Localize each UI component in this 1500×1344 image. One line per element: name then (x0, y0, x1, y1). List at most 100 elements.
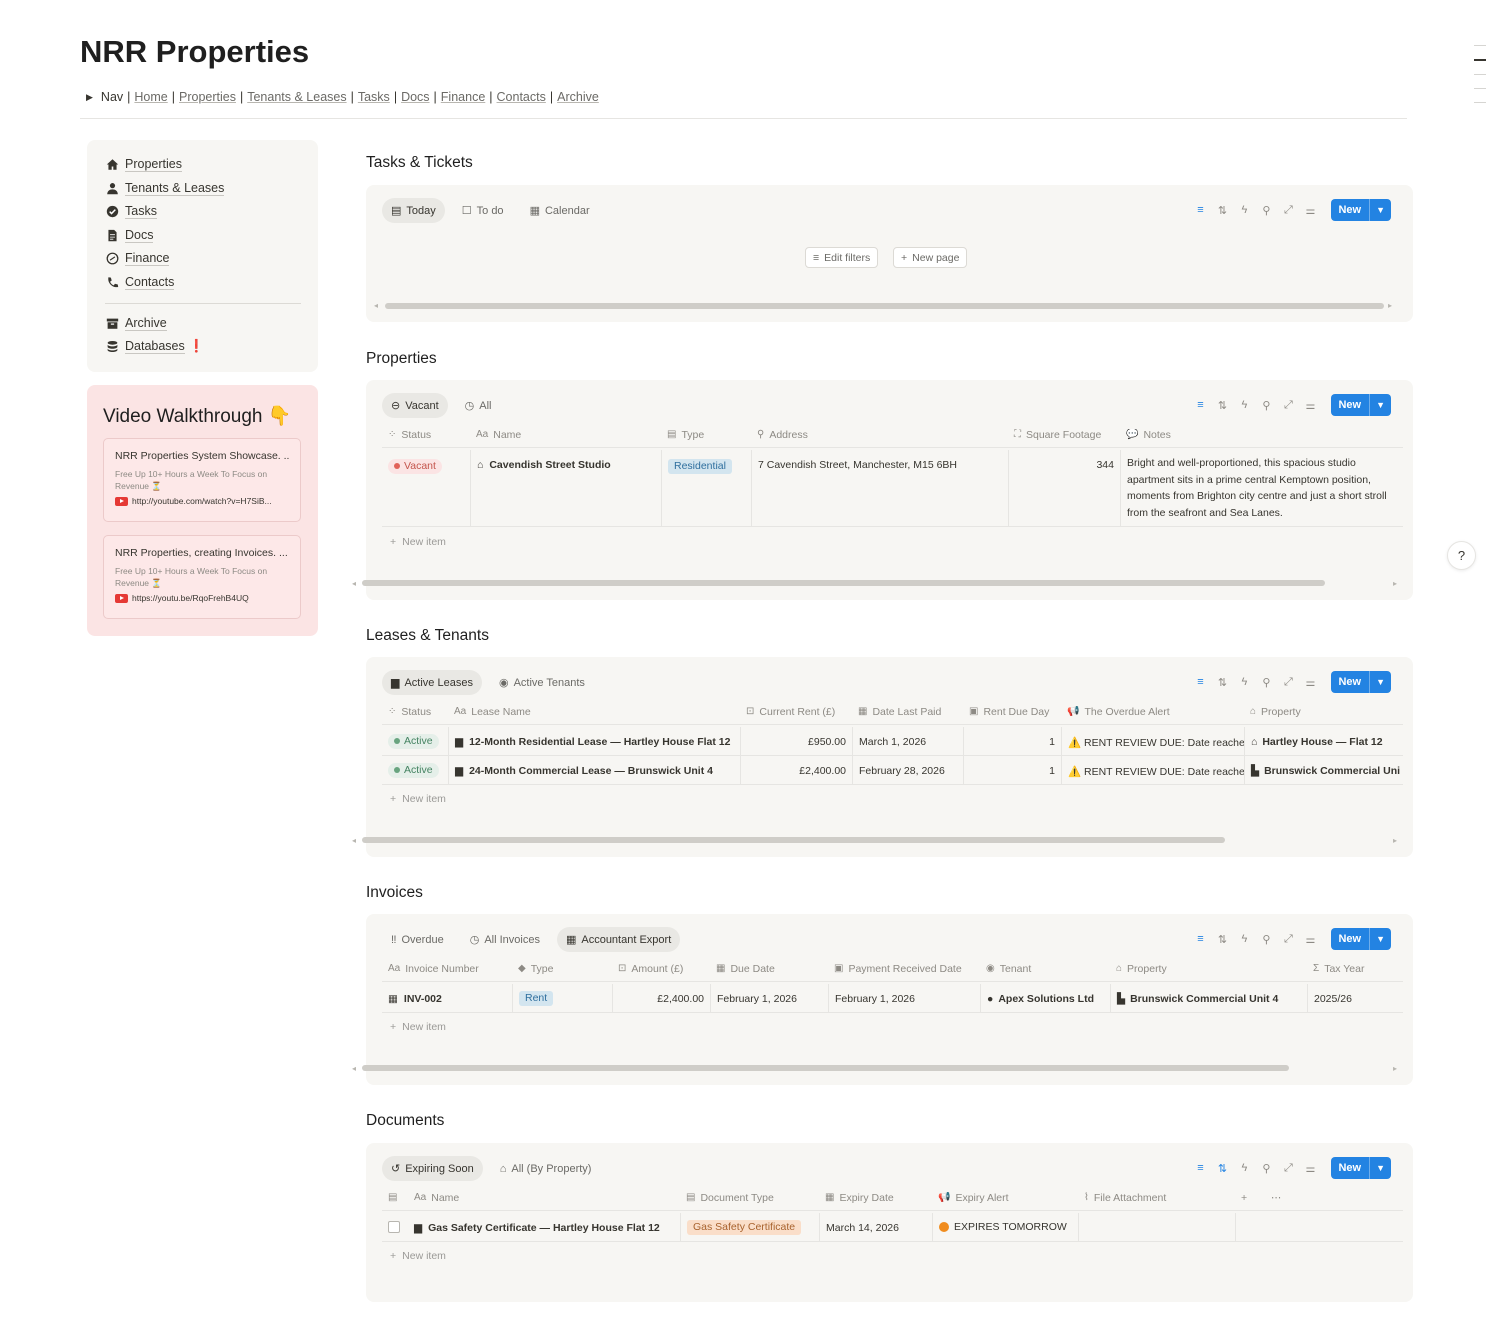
tab-all-by-property[interactable]: ⌂ All (By Property) (491, 1156, 601, 1181)
table-row[interactable]: Active ▆ 12-Month Residential Lease — Har… (382, 727, 1403, 756)
cell-payment-received-date[interactable]: February 1, 2026 (828, 984, 980, 1012)
chevron-down-icon[interactable]: ▼ (1369, 671, 1391, 693)
table-row[interactable]: Active ▆ 24-Month Commercial Lease — Brun… (382, 756, 1403, 785)
filter-icon[interactable]: ≡ (1193, 204, 1207, 216)
cell-tenant[interactable]: ● Apex Solutions Ltd (980, 984, 1110, 1012)
column-header-overdue-alert[interactable]: 📢 The Overdue Alert (1061, 706, 1244, 718)
sort-icon[interactable]: ⇅ (1215, 1162, 1229, 1175)
cell-invoice-number[interactable]: ▦ INV-002 (382, 984, 512, 1012)
expand-icon[interactable]: ⤢ (1281, 204, 1295, 217)
new-button[interactable]: New ▼ (1331, 1157, 1391, 1179)
column-header-expiry-alert[interactable]: 📢 Expiry Alert (932, 1192, 1078, 1204)
automation-icon[interactable]: ϟ (1237, 676, 1251, 688)
scroll-left-icon[interactable]: ◂ (352, 1064, 356, 1073)
search-icon[interactable]: ⚲ (1259, 676, 1273, 689)
new-item-button[interactable]: + New item (390, 1021, 446, 1033)
cell-type[interactable]: Rent (512, 984, 612, 1012)
tab-overdue[interactable]: ‼ Overdue (382, 927, 453, 952)
cell-property[interactable]: ⌂ Hartley House — Flat 12 (1244, 727, 1403, 755)
filter-icon[interactable]: ≡ (1193, 676, 1207, 688)
column-header-status[interactable]: ⁘ Status (382, 706, 448, 718)
column-header-document-type[interactable]: ▤ Document Type (680, 1192, 819, 1204)
nav-link-home[interactable]: Home (134, 90, 167, 104)
column-header-due-date[interactable]: ▦ Due Date (710, 963, 828, 975)
nav-link-tasks[interactable]: Tasks (358, 90, 390, 104)
cell-property[interactable]: ▙ Brunswick Commercial Uni (1244, 756, 1403, 784)
column-header-current-rent[interactable]: ⊡ Current Rent (£) (740, 706, 852, 718)
column-header-payment-received-date[interactable]: ▣ Payment Received Date (828, 963, 980, 975)
add-property-button[interactable]: + (1235, 1192, 1265, 1204)
expand-icon[interactable]: ⤢ (1281, 399, 1295, 412)
scroll-right-icon[interactable]: ▸ (1393, 1064, 1397, 1073)
expand-icon[interactable]: ⤢ (1281, 933, 1295, 946)
cell-status[interactable]: Active (382, 727, 448, 755)
new-button[interactable]: New ▼ (1331, 928, 1391, 950)
row-checkbox[interactable] (388, 1221, 400, 1233)
cell-property[interactable]: ▙ Brunswick Commercial Unit 4 (1110, 984, 1307, 1012)
settings-icon[interactable]: ⚌ (1303, 204, 1317, 217)
cell-overdue-alert[interactable]: ⚠️ RENT REVIEW DUE: Date reached (1061, 756, 1244, 784)
column-header-type[interactable]: ▤ Type (661, 429, 751, 441)
scroll-right-icon[interactable]: ▸ (1388, 301, 1392, 310)
sidebar-item-docs[interactable]: Docs (105, 228, 154, 243)
cell-lease-name[interactable]: ▆ 12-Month Residential Lease — Hartley Ho… (448, 727, 740, 755)
new-item-button[interactable]: + New item (390, 1250, 446, 1262)
cell-overdue-alert[interactable]: ⚠️ RENT REVIEW DUE: Date reached (1061, 727, 1244, 755)
column-header-name[interactable]: Aa Name (470, 429, 661, 441)
cell-rent-due-day[interactable]: 1 (963, 756, 1061, 784)
nav-link-tenants-leases[interactable]: Tenants & Leases (247, 90, 346, 104)
horizontal-scrollbar[interactable] (362, 1065, 1289, 1071)
settings-icon[interactable]: ⚌ (1303, 933, 1317, 946)
cell-status[interactable]: Vacant (382, 450, 470, 526)
column-header-tax-year[interactable]: Σ Tax Year (1307, 963, 1403, 975)
chevron-down-icon[interactable]: ▼ (1369, 1157, 1391, 1179)
column-header-square-footage[interactable]: ⛶ Square Footage (1008, 429, 1120, 441)
horizontal-scrollbar[interactable] (362, 580, 1325, 586)
video-bookmark-card[interactable]: NRR Properties, creating Invoices. ... F… (103, 535, 301, 619)
column-header-rent-due-day[interactable]: ▣ Rent Due Day (963, 706, 1061, 718)
column-header-property[interactable]: ⌂ Property (1244, 706, 1403, 718)
column-header-select[interactable]: ▤ (382, 1192, 408, 1203)
settings-icon[interactable]: ⚌ (1303, 676, 1317, 689)
nav-toggle[interactable]: ▶ Nav | Home | Properties | Tenants & Lease… (86, 90, 599, 104)
cell-due-date[interactable]: February 1, 2026 (710, 984, 828, 1012)
search-icon[interactable]: ⚲ (1259, 933, 1273, 946)
sidebar-item-tenants-leases[interactable]: Tenants & Leases (105, 181, 225, 196)
new-button[interactable]: New ▼ (1331, 394, 1391, 416)
nav-link-archive[interactable]: Archive (557, 90, 599, 104)
search-icon[interactable]: ⚲ (1259, 1162, 1273, 1175)
cell-expiry-alert[interactable]: EXPIRES TOMORROW (932, 1213, 1078, 1241)
cell-status[interactable]: Active (382, 756, 448, 784)
cell-address[interactable]: 7 Cavendish Street, Manchester, M15 6BH (751, 450, 1008, 526)
search-icon[interactable]: ⚲ (1259, 399, 1273, 412)
automation-icon[interactable]: ϟ (1237, 933, 1251, 945)
tab-calendar[interactable]: ▦ Calendar (521, 198, 599, 223)
column-header-type[interactable]: ◆ Type (512, 963, 612, 975)
cell-notes[interactable]: Bright and well-proportioned, this spaci… (1120, 450, 1403, 526)
chevron-down-icon[interactable]: ▼ (1369, 199, 1391, 221)
expand-icon[interactable]: ⤢ (1281, 1162, 1295, 1175)
cell-rent-due-day[interactable]: 1 (963, 727, 1061, 755)
sidebar-item-databases[interactable]: Databases ❗ (105, 339, 204, 354)
cell-tax-year[interactable]: 2025/26 (1307, 984, 1403, 1012)
table-row[interactable]: ▆ Gas Safety Certificate — Hartley House … (382, 1213, 1403, 1242)
settings-icon[interactable]: ⚌ (1303, 1162, 1317, 1175)
automation-icon[interactable]: ϟ (1237, 399, 1251, 411)
cell-name[interactable]: ⌂ Cavendish Street Studio (470, 450, 661, 526)
table-row[interactable]: ▦ INV-002 Rent £2,400.00 February 1, 2026… (382, 984, 1403, 1013)
cell-document-type[interactable]: Gas Safety Certificate (680, 1213, 819, 1241)
filter-icon[interactable]: ≡ (1193, 933, 1207, 945)
column-header-file-attachment[interactable]: ⌇ File Attachment (1078, 1192, 1235, 1204)
horizontal-scrollbar[interactable] (385, 303, 1384, 309)
outline-minimap[interactable] (1474, 45, 1486, 116)
cell-amount[interactable]: £2,400.00 (612, 984, 710, 1012)
help-button[interactable]: ? (1447, 541, 1476, 570)
cell-expiry-date[interactable]: March 14, 2026 (819, 1213, 932, 1241)
sidebar-item-tasks[interactable]: Tasks (105, 204, 157, 219)
tab-today[interactable]: ▤ Today (382, 198, 445, 223)
cell-current-rent[interactable]: £2,400.00 (740, 756, 852, 784)
cell-lease-name[interactable]: ▆ 24-Month Commercial Lease — Brunswick U… (448, 756, 740, 784)
tab-active-leases[interactable]: ▆ Active Leases (382, 670, 482, 695)
automation-icon[interactable]: ϟ (1237, 1162, 1251, 1174)
column-header-amount[interactable]: ⊡ Amount (£) (612, 963, 710, 975)
